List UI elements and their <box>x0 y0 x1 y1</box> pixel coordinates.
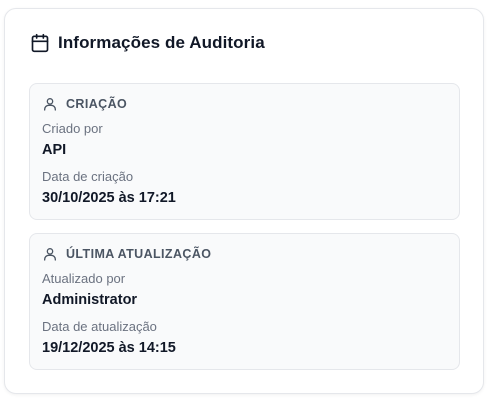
creation-section-title: CRIAÇÃO <box>66 97 128 111</box>
calendar-icon <box>30 33 50 53</box>
creation-section: CRIAÇÃO Criado por API Data de criação 3… <box>29 83 460 220</box>
updated-by-value: Administrator <box>42 292 138 308</box>
card-header: Informações de Auditoria <box>30 33 265 53</box>
creation-date-label: Data de criação <box>42 169 134 184</box>
last-update-section: ÚLTIMA ATUALIZAÇÃO Atualizado por Admini… <box>29 233 460 370</box>
update-date-value: 19/12/2025 às 14:15 <box>42 340 176 356</box>
created-by-value: API <box>42 142 67 158</box>
audit-info-card: Informações de Auditoria CRIAÇÃO Criado … <box>4 8 484 394</box>
last-update-section-header: ÚLTIMA ATUALIZAÇÃO <box>42 246 211 262</box>
creation-date-value: 30/10/2025 às 17:21 <box>42 190 176 206</box>
created-by-label: Criado por <box>42 121 103 136</box>
update-date-label: Data de atualização <box>42 319 157 334</box>
creation-section-header: CRIAÇÃO <box>42 96 127 112</box>
updated-by-label: Atualizado por <box>42 271 126 286</box>
last-update-section-title: ÚLTIMA ATUALIZAÇÃO <box>66 247 212 261</box>
user-icon <box>42 246 58 262</box>
user-icon <box>42 96 58 112</box>
card-title: Informações de Auditoria <box>58 33 265 52</box>
